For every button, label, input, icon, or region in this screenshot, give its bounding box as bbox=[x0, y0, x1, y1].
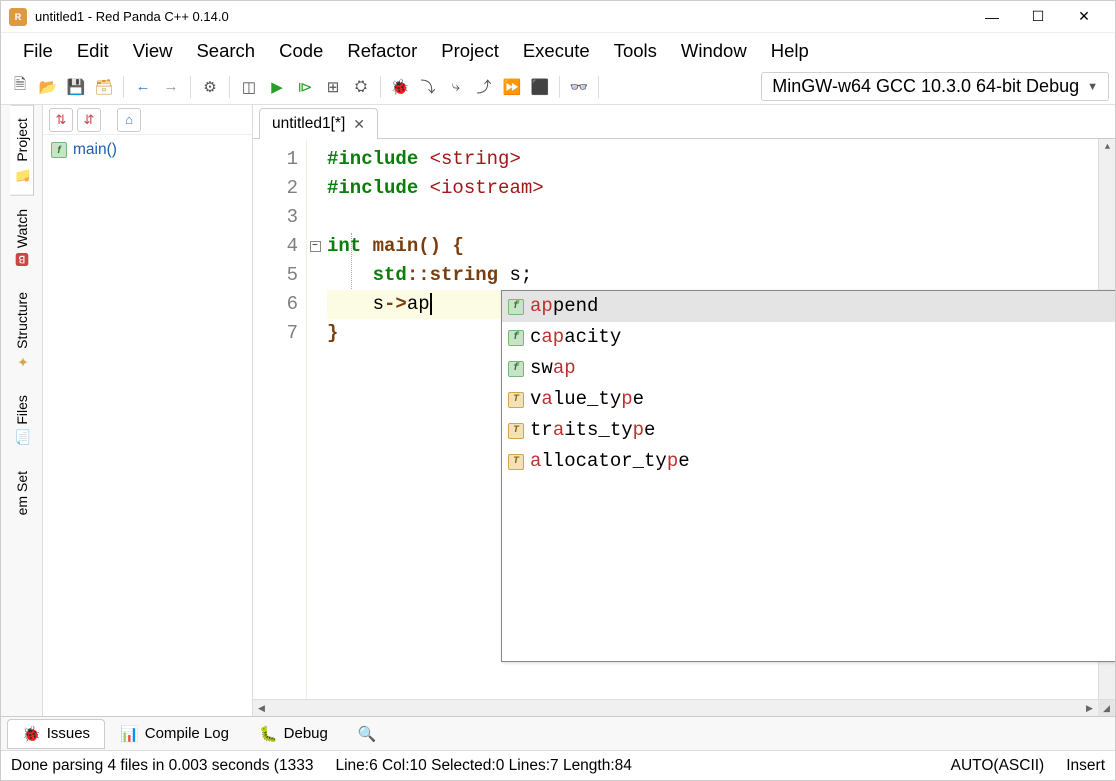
issues-tab[interactable]: 🐞Issues bbox=[7, 719, 105, 749]
run-button[interactable]: ▶ bbox=[264, 74, 290, 100]
compiler-select[interactable]: MinGW-w64 GCC 10.3.0 64-bit Debug ▼ bbox=[761, 72, 1109, 101]
menu-help[interactable]: Help bbox=[761, 36, 819, 66]
dock-problemset[interactable]: em Set bbox=[10, 458, 34, 528]
compiler-label: MinGW-w64 GCC 10.3.0 64-bit Debug bbox=[772, 76, 1079, 97]
cursor bbox=[430, 293, 432, 315]
menu-edit[interactable]: Edit bbox=[67, 36, 119, 66]
function-icon: f bbox=[508, 330, 524, 346]
debug-tab[interactable]: 🐛Debug bbox=[244, 719, 343, 749]
step-over-button[interactable]: ⤵ bbox=[415, 74, 441, 100]
tree-item-main: f main() bbox=[51, 141, 244, 159]
type-icon: T bbox=[508, 454, 524, 470]
autocomplete-popup[interactable]: fappendfcapacityfswapTvalue_typeTtraits_… bbox=[501, 290, 1115, 662]
gutter: 1 2 3 4 5 6 7 bbox=[253, 139, 307, 699]
forward-button[interactable]: → bbox=[158, 74, 184, 100]
scroll-left-icon[interactable]: ◀ bbox=[253, 700, 270, 717]
step-into-button[interactable]: ⤷ bbox=[443, 74, 469, 100]
status-parse: Done parsing 4 files in 0.003 seconds (1… bbox=[11, 757, 313, 775]
view-button[interactable]: 👓 bbox=[566, 74, 592, 100]
app-icon: R bbox=[9, 8, 27, 26]
search-icon: 🔍 bbox=[358, 725, 377, 743]
scroll-right-icon[interactable]: ▶ bbox=[1081, 700, 1098, 717]
menu-view[interactable]: View bbox=[123, 36, 183, 66]
fold-toggle[interactable]: − bbox=[310, 241, 321, 252]
menu-execute[interactable]: Execute bbox=[513, 36, 600, 66]
dock-project[interactable]: 📁Project bbox=[10, 105, 34, 196]
horizontal-scrollbar[interactable]: ◀ ▶ ◢ bbox=[253, 699, 1115, 716]
function-icon: f bbox=[508, 299, 524, 315]
structure-tree[interactable]: f main() bbox=[43, 135, 252, 716]
open-button[interactable]: 📂 bbox=[35, 74, 61, 100]
status-encoding: AUTO(ASCII) bbox=[951, 757, 1045, 775]
autocomplete-item[interactable]: fswap bbox=[502, 353, 1115, 384]
titlebar: R untitled1 - Red Panda C++ 0.14.0 — ☐ ✕ bbox=[1, 1, 1115, 33]
menu-code[interactable]: Code bbox=[269, 36, 333, 66]
function-icon: f bbox=[508, 361, 524, 377]
window-title: untitled1 - Red Panda C++ 0.14.0 bbox=[35, 9, 969, 24]
left-dock: 📁Project 🅱Watch ✦Structure 📄Files em Set bbox=[1, 105, 43, 716]
stop-button[interactable]: ⬛ bbox=[527, 74, 553, 100]
autocomplete-item[interactable]: fcapacity bbox=[502, 322, 1115, 353]
dock-watch[interactable]: 🅱Watch bbox=[8, 196, 36, 279]
tool-button[interactable]: ⛭ bbox=[348, 74, 374, 100]
code-editor[interactable]: 1 2 3 4 5 6 7 − #include <string> #inclu… bbox=[253, 139, 1115, 699]
menu-search[interactable]: Search bbox=[186, 36, 265, 66]
maximize-button[interactable]: ☐ bbox=[1015, 1, 1061, 33]
chevron-down-icon: ▼ bbox=[1087, 81, 1098, 93]
autocomplete-item[interactable]: Ttraits_type bbox=[502, 415, 1115, 446]
menu-project[interactable]: Project bbox=[431, 36, 509, 66]
bug-icon: 🐞 bbox=[22, 725, 41, 743]
continue-button[interactable]: ⏩ bbox=[499, 74, 525, 100]
side-panel: ⇅ ⇵ ⌂ f main() bbox=[43, 105, 253, 716]
status-position: Line:6 Col:10 Selected:0 Lines:7 Length:… bbox=[335, 757, 631, 775]
minimize-button[interactable]: — bbox=[969, 1, 1015, 33]
menu-window[interactable]: Window bbox=[671, 36, 757, 66]
options-button[interactable]: ⚙ bbox=[197, 74, 223, 100]
function-icon: f bbox=[51, 142, 67, 158]
sort-alpha-button[interactable]: ⇅ bbox=[49, 108, 73, 132]
debug-button[interactable]: 🐞 bbox=[387, 74, 413, 100]
rebuild-button[interactable]: ⊞ bbox=[320, 74, 346, 100]
autocomplete-item[interactable]: fappend bbox=[502, 291, 1115, 322]
compile-run-button[interactable]: ⧐ bbox=[292, 74, 318, 100]
scroll-up-icon[interactable]: ▲ bbox=[1099, 139, 1115, 156]
menubar: File Edit View Search Code Refactor Proj… bbox=[1, 33, 1115, 69]
compile-log-tab[interactable]: 📊Compile Log bbox=[105, 719, 244, 749]
menu-file[interactable]: File bbox=[13, 36, 63, 66]
tab-untitled1[interactable]: untitled1[*] ✕ bbox=[259, 108, 378, 139]
autocomplete-item[interactable]: Tvalue_type bbox=[502, 384, 1115, 415]
statusbar: Done parsing 4 files in 0.003 seconds (1… bbox=[1, 750, 1115, 780]
chart-icon: 📊 bbox=[120, 725, 139, 743]
dock-structure[interactable]: ✦Structure bbox=[10, 279, 34, 382]
toolbar: 🗎 📂 💾 🗃 ← → ⚙ ◫ ▶ ⧐ ⊞ ⛭ 🐞 ⤵ ⤷ ⤴ ⏩ ⬛ 👓 Mi… bbox=[1, 69, 1115, 105]
search-tab[interactable]: 🔍 bbox=[343, 719, 392, 749]
debug-icon: 🐛 bbox=[259, 725, 278, 743]
status-mode: Insert bbox=[1066, 757, 1105, 775]
tab-close-icon[interactable]: ✕ bbox=[353, 116, 365, 133]
dock-files[interactable]: 📄Files bbox=[10, 382, 34, 459]
sort-type-button[interactable]: ⇵ bbox=[77, 108, 101, 132]
compile-button[interactable]: ◫ bbox=[236, 74, 262, 100]
save-button[interactable]: 💾 bbox=[63, 74, 89, 100]
editor-tabs: untitled1[*] ✕ bbox=[253, 105, 1115, 139]
new-file-button[interactable]: 🗎 bbox=[7, 74, 33, 100]
type-icon: T bbox=[508, 423, 524, 439]
save-all-button[interactable]: 🗃 bbox=[91, 74, 117, 100]
step-out-button[interactable]: ⤴ bbox=[471, 74, 497, 100]
menu-tools[interactable]: Tools bbox=[604, 36, 667, 66]
menu-refactor[interactable]: Refactor bbox=[337, 36, 427, 66]
autocomplete-item[interactable]: Tallocator_type bbox=[502, 446, 1115, 477]
back-button[interactable]: ← bbox=[130, 74, 156, 100]
code-body[interactable]: #include <string> #include <iostream> in… bbox=[323, 139, 1115, 699]
tree-button[interactable]: ⌂ bbox=[117, 108, 141, 132]
type-icon: T bbox=[508, 392, 524, 408]
bottom-panel-tabs: 🐞Issues 📊Compile Log 🐛Debug 🔍 bbox=[1, 716, 1115, 750]
close-button[interactable]: ✕ bbox=[1061, 1, 1107, 33]
fold-column: − bbox=[307, 139, 323, 699]
